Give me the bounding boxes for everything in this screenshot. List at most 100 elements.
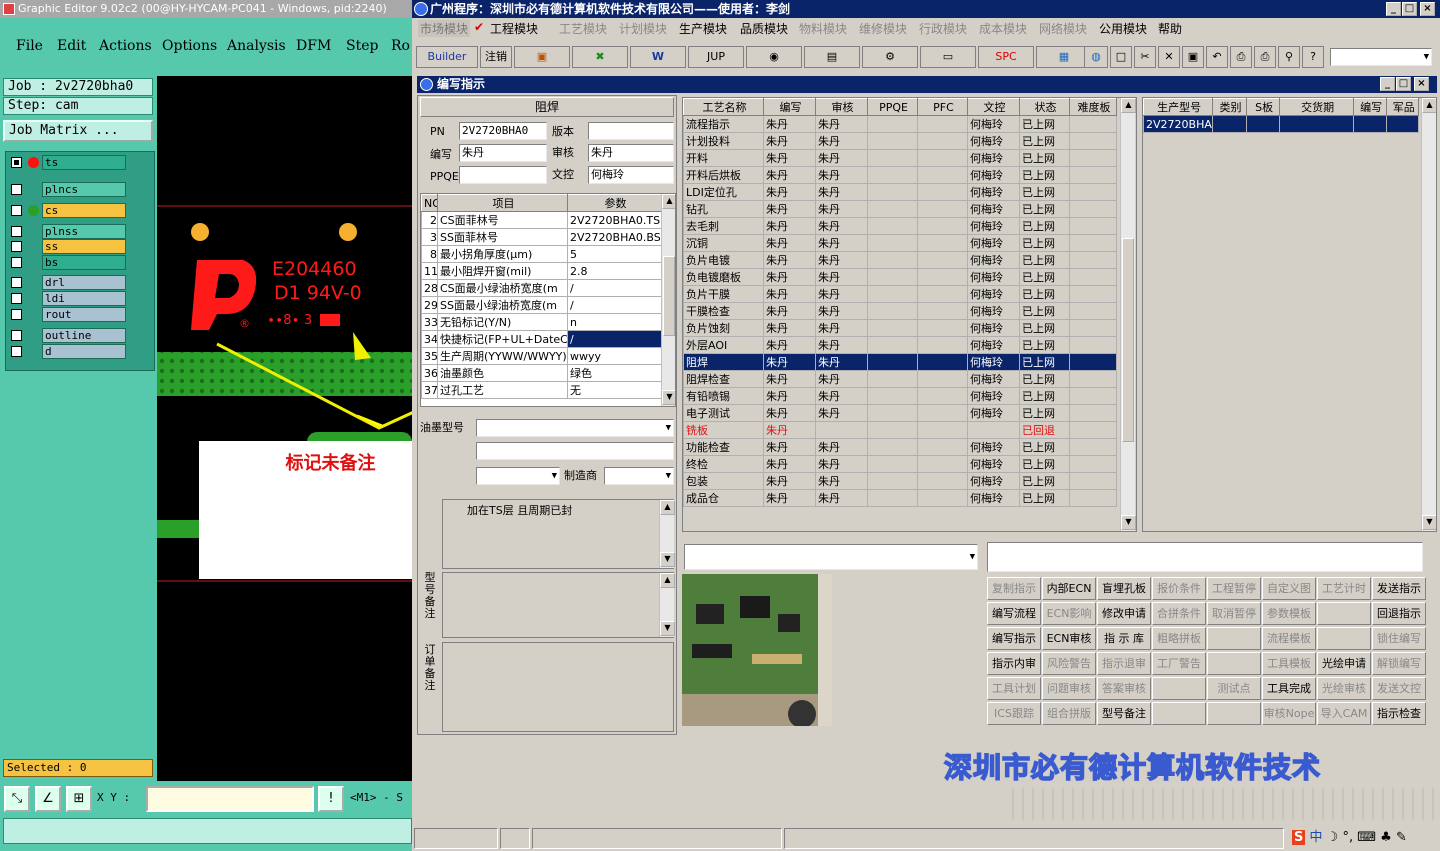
process-cell[interactable] bbox=[867, 285, 918, 303]
excel-icon[interactable]: ✖ bbox=[572, 46, 628, 68]
process-cell[interactable]: 朱丹 bbox=[763, 234, 816, 252]
menu-help[interactable]: 帮助 bbox=[1158, 20, 1182, 37]
process-cell[interactable]: 有铅喷锡 bbox=[683, 387, 764, 405]
order-col-header[interactable]: 编写 bbox=[1352, 98, 1388, 116]
process-cell[interactable]: 何梅玲 bbox=[967, 489, 1020, 507]
ink-field-2[interactable] bbox=[476, 442, 674, 460]
ime-toolbar[interactable]: S 中 ☽ °, ⌨ ♣ ✎ bbox=[1292, 828, 1436, 848]
menu-market[interactable]: 市场模块 bbox=[418, 20, 471, 37]
doc-control-field[interactable]: 何梅玲 bbox=[588, 166, 674, 184]
process-cell[interactable]: LDI定位孔 bbox=[683, 183, 764, 201]
process-cell[interactable]: 何梅玲 bbox=[967, 149, 1020, 167]
action-button[interactable]: 光绘审核 bbox=[1317, 677, 1371, 700]
process-cell[interactable]: 负片干膜 bbox=[683, 285, 764, 303]
layer-row-ts[interactable]: ts bbox=[8, 155, 126, 170]
layer-row-ldi[interactable]: ldi bbox=[8, 291, 126, 306]
layer-name[interactable]: cs bbox=[42, 203, 126, 218]
process-row[interactable]: 铣板 朱丹 已回退 bbox=[683, 421, 1117, 439]
writer-field[interactable]: 朱丹 bbox=[459, 144, 547, 162]
delete-icon[interactable]: ✕ bbox=[1158, 46, 1180, 68]
param-no[interactable]: 29 bbox=[421, 296, 438, 314]
process-cell[interactable]: 何梅玲 bbox=[967, 115, 1020, 133]
process-cell[interactable]: 何梅玲 bbox=[967, 217, 1020, 235]
process-cell[interactable]: 沉铜 bbox=[683, 234, 764, 252]
action-button[interactable]: 工厂警告 bbox=[1152, 652, 1206, 675]
param-no[interactable]: 28 bbox=[421, 279, 438, 297]
action-button[interactable]: 发送指示 bbox=[1372, 577, 1426, 600]
maker-select[interactable]: ▼ bbox=[604, 467, 674, 485]
empty-button[interactable] bbox=[1317, 627, 1371, 650]
action-button[interactable]: 盲埋孔板 bbox=[1097, 577, 1151, 600]
process-cell[interactable]: 何梅玲 bbox=[967, 438, 1020, 456]
param-row[interactable]: 28 CS面最小绿油桥宽度(m / bbox=[421, 279, 662, 297]
process-cell[interactable]: 已上网 bbox=[1019, 472, 1070, 490]
process-cell[interactable]: 计划投料 bbox=[683, 132, 764, 150]
order-col-header[interactable]: 类别 bbox=[1212, 98, 1247, 116]
process-cell[interactable] bbox=[1069, 149, 1117, 167]
process-cell[interactable]: 朱丹 bbox=[763, 149, 816, 167]
process-cell[interactable]: 何梅玲 bbox=[967, 353, 1020, 371]
param-no[interactable]: 34 bbox=[421, 330, 438, 348]
process-cell[interactable]: 朱丹 bbox=[815, 353, 868, 371]
layer-name[interactable]: bs bbox=[42, 255, 126, 270]
param-value[interactable]: 2V2720BHA0.TS bbox=[567, 211, 662, 229]
menu-process[interactable]: 工艺模块 bbox=[559, 20, 607, 37]
process-row[interactable]: 功能检查 朱丹 朱丹 何梅玲 已上网 bbox=[683, 438, 1117, 456]
measure-button[interactable]: ∠ bbox=[35, 786, 61, 812]
process-cell[interactable] bbox=[917, 489, 968, 507]
process-cell[interactable] bbox=[1069, 132, 1117, 150]
param-row[interactable]: 33 无铅标记(Y/N) n bbox=[421, 313, 662, 331]
param-row[interactable]: 36 油墨颜色 绿色 bbox=[421, 364, 662, 382]
menu-file[interactable]: File bbox=[16, 38, 43, 54]
param-value[interactable]: wwyy bbox=[567, 347, 662, 365]
process-scrollbar[interactable]: ▲ ▼ bbox=[1120, 98, 1136, 531]
layer-checkbox[interactable] bbox=[11, 226, 22, 237]
process-cell[interactable]: 已上网 bbox=[1019, 489, 1070, 507]
empty-button[interactable] bbox=[1152, 677, 1206, 700]
process-cell[interactable] bbox=[917, 319, 968, 337]
process-cell[interactable]: 已上网 bbox=[1019, 302, 1070, 320]
process-cell[interactable] bbox=[867, 149, 918, 167]
process-cell[interactable] bbox=[1069, 319, 1117, 337]
process-col-header[interactable]: PPQE bbox=[867, 98, 918, 116]
process-cell[interactable]: 包装 bbox=[683, 472, 764, 490]
keyboard-icon[interactable]: ⌨ bbox=[1357, 830, 1376, 845]
process-cell[interactable]: 朱丹 bbox=[763, 404, 816, 422]
param-item[interactable]: 最小阻焊开窗(mil) bbox=[437, 262, 568, 280]
param-value[interactable]: 5 bbox=[567, 245, 662, 263]
action-button[interactable]: 指示退审 bbox=[1097, 652, 1151, 675]
process-cell[interactable]: 朱丹 bbox=[815, 438, 868, 456]
menu-common[interactable]: 公用模块 bbox=[1099, 20, 1147, 37]
message-field[interactable] bbox=[987, 542, 1423, 572]
process-col-header[interactable]: 难度板 bbox=[1069, 98, 1117, 116]
action-button[interactable]: 内部ECN bbox=[1042, 577, 1096, 600]
action-button[interactable]: ECN影响 bbox=[1042, 602, 1096, 625]
layer-checkbox[interactable] bbox=[11, 309, 22, 320]
action-button[interactable]: 工程暂停 bbox=[1207, 577, 1261, 600]
process-cell[interactable]: 朱丹 bbox=[763, 183, 816, 201]
layer-row-ss[interactable]: ss bbox=[8, 239, 126, 254]
skin-icon[interactable]: ♣ bbox=[1380, 830, 1392, 845]
audit-field[interactable]: 朱丹 bbox=[588, 144, 674, 162]
child-maximize-icon[interactable]: □ bbox=[1396, 77, 1411, 91]
param-no[interactable]: 2 bbox=[421, 211, 438, 229]
action-button[interactable]: 审核Nope bbox=[1262, 702, 1316, 725]
order-cell[interactable] bbox=[1352, 115, 1388, 133]
process-cell[interactable]: 朱丹 bbox=[815, 234, 868, 252]
process-cell[interactable]: 已上网 bbox=[1019, 404, 1070, 422]
process-col-header[interactable]: 文控 bbox=[967, 98, 1020, 116]
empty-button[interactable] bbox=[1152, 702, 1206, 725]
menu-edit[interactable]: Edit bbox=[57, 38, 86, 54]
col-item[interactable]: 项目 bbox=[437, 194, 568, 212]
process-row[interactable]: 负片干膜 朱丹 朱丹 何梅玲 已上网 bbox=[683, 285, 1117, 303]
ink-select-3[interactable]: ▼ bbox=[476, 467, 560, 485]
process-cell[interactable] bbox=[917, 149, 968, 167]
process-cell[interactable] bbox=[917, 455, 968, 473]
action-button[interactable]: ECN审核 bbox=[1042, 627, 1096, 650]
param-value[interactable]: n bbox=[567, 313, 662, 331]
process-cell[interactable]: 已上网 bbox=[1019, 336, 1070, 354]
order-cell[interactable] bbox=[1279, 115, 1354, 133]
process-cell[interactable] bbox=[917, 421, 968, 439]
process-cell[interactable] bbox=[867, 200, 918, 218]
ink-model-select[interactable]: ▼ bbox=[476, 419, 674, 437]
